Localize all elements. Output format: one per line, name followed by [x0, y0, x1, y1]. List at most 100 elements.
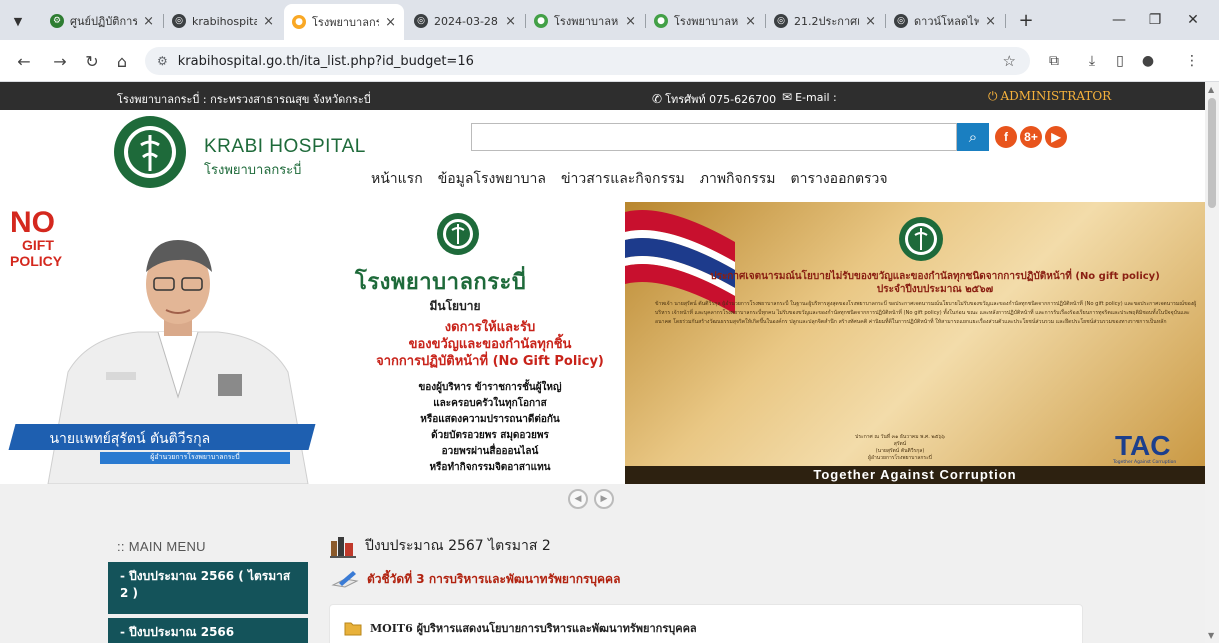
close-tab-icon[interactable]: ×	[865, 14, 876, 29]
search-button[interactable]: ⌕	[957, 123, 989, 151]
banner-body-text: ของผู้บริหาร ข้าราชการชั้นผู้ใหญ่ และครอ…	[355, 380, 625, 476]
extensions-icon[interactable]: ⧉	[1042, 49, 1066, 73]
slider-prev-button[interactable]: ◀	[568, 489, 588, 509]
announcement-poster: ประกาศเจตนารมณ์นโยบายไม่รับของขวัญและของ…	[625, 202, 1205, 484]
bookmark-star-icon[interactable]: ☆	[1003, 52, 1016, 70]
back-button[interactable]: ←	[12, 49, 36, 73]
tab-title: โรงพยาบาลกร	[312, 16, 380, 29]
nav-activity-photos[interactable]: ภาพกิจกรรม	[700, 168, 776, 190]
brand-name-th: โรงพยาบาลกระบี่	[204, 163, 302, 178]
admin-link[interactable]: ⏻ ADMINISTRATOR	[988, 89, 1111, 104]
browser-menu-icon[interactable]: ⋮	[1180, 49, 1204, 73]
tac-logo: TAC	[1115, 430, 1171, 461]
brand-name-en: KRABI HOSPITAL	[204, 136, 366, 157]
browser-tab[interactable]: ● โรงพยาบาลห ×	[646, 6, 764, 36]
body-line: หรือแสดงความปรารถนาดีต่อกัน	[420, 414, 560, 425]
minimize-button[interactable]: —	[1104, 8, 1134, 32]
tab-favicon-icon: ◎	[172, 14, 186, 28]
slider-next-button[interactable]: ▶	[594, 489, 614, 509]
forward-button[interactable]: →	[48, 49, 72, 73]
nav-clinic-schedule[interactable]: ตารางออกตรวจ	[790, 168, 887, 190]
nav-home[interactable]: หน้าแรก	[371, 168, 423, 190]
main-menu-item[interactable]: - ปีงบประมาณ 2566 ( ไตรมาส 2 )	[108, 562, 308, 614]
body-line: ด้วยบัตรอวยพร สมุดอวยพร	[431, 430, 549, 441]
announcement-title: ประกาศเจตนารมณ์นโยบายไม่รับของขวัญและของ…	[665, 270, 1205, 296]
moit-card[interactable]: MOIT6 ผู้บริหารแสดงนโยบายการบริหารและพัฒ…	[329, 604, 1083, 643]
announcement-title-line: ประจำปีงบประมาณ ๒๕๖๗	[876, 284, 994, 295]
red-line: ของขวัญและของกำนัลทุกชิ้น	[408, 337, 572, 352]
youtube-icon[interactable]: ▶	[1045, 126, 1067, 148]
page-scrollbar[interactable]: ▲ ▼	[1205, 82, 1219, 643]
download-icon[interactable]: ⤓	[1080, 49, 1104, 73]
folder-icon	[344, 622, 362, 636]
tab-title: โรงพยาบาลห	[554, 15, 619, 28]
scroll-down-arrow[interactable]: ▼	[1208, 631, 1214, 640]
main-menu-item[interactable]: - ปีงบประมาณ 2566	[108, 618, 308, 643]
site-info-icon[interactable]: ⚙	[157, 54, 168, 68]
phone-text: โทรศัพท์ 075-626700	[665, 93, 777, 106]
tab-favicon-icon: ◎	[774, 14, 788, 28]
email-text: E-mail :	[795, 91, 837, 104]
browser-tab[interactable]: ● โรงพยาบาลห ×	[526, 6, 644, 36]
profile-avatar[interactable]: ●	[1136, 49, 1160, 73]
browser-tab[interactable]: ◎ krabihospita ×	[164, 6, 282, 36]
address-bar[interactable]: ⚙ krabihospital.go.th/ita_list.php?id_bu…	[145, 47, 1030, 75]
tab-favicon-icon: ◎	[414, 14, 428, 28]
body-line: และครอบครัวในทุกโอกาส	[433, 398, 547, 409]
moit-item[interactable]: MOIT6 ผู้บริหารแสดงนโยบายการบริหารและพัฒ…	[344, 619, 697, 637]
kpi-heading: ตัวชี้วัดที่ 3 การบริหารและพัฒนาทรัพยากร…	[331, 569, 620, 589]
banner-has-policy: มีนโยบาย	[429, 299, 481, 313]
tab-search-button[interactable]: ▼	[6, 9, 30, 33]
no-gift-poster: NO GIFT POLICY นายแพทย์สุรัตน์ ตันติวีรก…	[0, 202, 625, 484]
close-window-button[interactable]: ✕	[1178, 8, 1208, 32]
mail-icon: ✉	[782, 90, 793, 104]
tab-favicon-icon: ●	[654, 14, 668, 28]
tab-title: ดาวน์โหลดไฟล	[914, 15, 980, 28]
close-tab-icon[interactable]: ×	[505, 14, 516, 29]
nav-news-activities[interactable]: ข่าวสารและกิจกรรม	[561, 168, 685, 190]
close-tab-icon[interactable]: ×	[985, 14, 996, 29]
close-tab-icon[interactable]: ×	[385, 15, 396, 30]
new-tab-button[interactable]: +	[1014, 8, 1038, 32]
close-tab-icon[interactable]: ×	[263, 14, 274, 29]
scroll-up-arrow[interactable]: ▲	[1208, 85, 1214, 94]
home-button[interactable]: ⌂	[110, 49, 134, 73]
browser-tab-active[interactable]: ● โรงพยาบาลกร ×	[284, 4, 404, 40]
doctor-name: นายแพทย์สุรัตน์ ตันติวีรกุล	[49, 431, 211, 447]
announcement-footer: Together Against Corruption	[625, 466, 1205, 484]
power-icon: ⏻	[988, 89, 998, 103]
googleplus-icon[interactable]: 8+	[1020, 126, 1042, 148]
site-search-input[interactable]	[471, 123, 957, 151]
close-tab-icon[interactable]: ×	[625, 14, 636, 29]
tab-favicon-icon: ⚙	[50, 14, 64, 28]
tab-title: krabihospita	[192, 14, 258, 28]
phone-info: ✆ โทรศัพท์ 075-626700	[652, 90, 776, 108]
browser-tab[interactable]: ◎ 2024-03-28 ×	[406, 6, 524, 36]
tab-title: 2024-03-28	[434, 14, 498, 28]
signature-line: (นายสุรัตน์ ตันติวีรกุล)	[875, 448, 925, 454]
browser-tab[interactable]: ⚙ ศูนย์ปฏิบัติการ ×	[42, 6, 162, 36]
banner-red-text: งดการให้และรับ ของขวัญและของกำนัลทุกชิ้น…	[355, 319, 625, 370]
phone-icon: ✆	[652, 92, 663, 106]
scrollbar-thumb[interactable]	[1208, 98, 1216, 208]
tab-title: 21.2ประกาศเ	[794, 15, 860, 28]
search-icon: ⌕	[968, 128, 978, 146]
close-tab-icon[interactable]: ×	[745, 14, 756, 29]
tab-favicon-icon: ●	[292, 15, 306, 29]
banner-slider[interactable]: NO GIFT POLICY นายแพทย์สุรัตน์ ตันติวีรก…	[0, 202, 1205, 484]
restore-button[interactable]: ❐	[1140, 8, 1170, 32]
nav-hospital-info[interactable]: ข้อมูลโรงพยาบาล	[438, 168, 546, 190]
browser-tab[interactable]: ◎ ดาวน์โหลดไฟล ×	[886, 6, 1004, 36]
moit-title: MOIT6 ผู้บริหารแสดงนโยบายการบริหารและพัฒ…	[370, 622, 697, 635]
doctor-title: ผู้อำนวยการโรงพยาบาลกระบี่	[100, 452, 290, 464]
reload-button[interactable]: ↻	[80, 49, 104, 73]
browser-tab[interactable]: ◎ 21.2ประกาศเ ×	[766, 6, 884, 36]
body-line: หรือทำกิจกรรมจิตอาสาแทน	[429, 462, 551, 473]
site-header: KRABI HOSPITAL โรงพยาบาลกระบี่ ⌕ f 8+ ▶ …	[0, 110, 1205, 202]
announcement-title-line: ประกาศเจตนารมณ์นโยบายไม่รับของขวัญและของ…	[710, 271, 1160, 282]
facebook-icon[interactable]: f	[995, 126, 1017, 148]
ministry-of-public-health-logo[interactable]	[113, 115, 187, 189]
side-panel-icon[interactable]: ▯	[1108, 49, 1132, 73]
signature-line: สุรัตน์	[893, 441, 907, 447]
close-tab-icon[interactable]: ×	[143, 14, 154, 29]
